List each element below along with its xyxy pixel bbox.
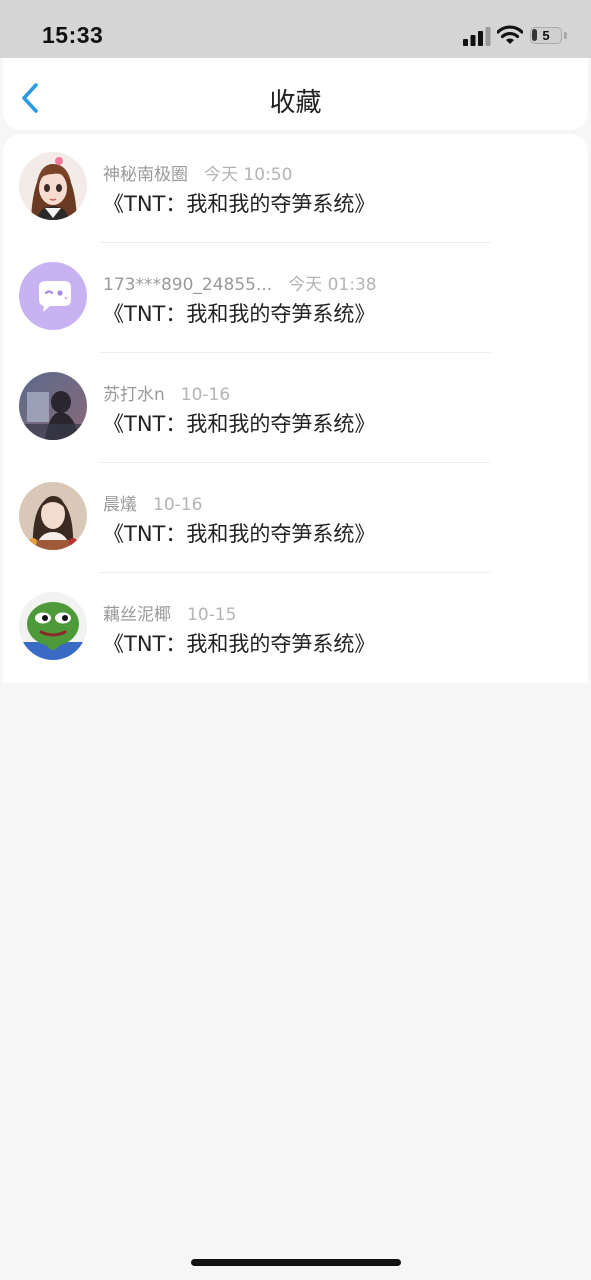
wifi-icon [497, 25, 523, 44]
girl-photo-avatar-icon[interactable] [19, 482, 87, 550]
book-title: 《TNT：我和我的夺笋系统》 [103, 302, 376, 326]
status-time: 15:33 [42, 22, 104, 48]
favorite-date: 10-15 [187, 605, 237, 625]
book-title: 《TNT：我和我的夺笋系统》 [103, 192, 376, 216]
page-title: 收藏 [269, 88, 322, 118]
favorite-meta: 晨燨 10-16 [103, 490, 202, 515]
favorite-date: 今天 01:38 [288, 275, 377, 295]
favorites-list: 神秘南极圈 今天 10:50 《TNT：我和我的夺笋系统》 173***890_2… [3, 134, 588, 683]
list-item[interactable]: 173***890_24855... 今天 01:38 《TNT：我和我的夺笋系统… [3, 244, 588, 354]
user-name: 藕丝泥椰 [103, 605, 171, 625]
user-name: 神秘南极圈 [103, 165, 188, 185]
favorite-meta: 神秘南极圈 今天 10:50 [103, 160, 292, 185]
book-title: 《TNT：我和我的夺笋系统》 [103, 412, 376, 436]
default-chat-avatar-icon[interactable] [19, 262, 87, 330]
divider [99, 352, 491, 353]
favorite-meta: 173***890_24855... 今天 01:38 [103, 270, 377, 295]
dark-photo-avatar-icon[interactable] [19, 372, 87, 440]
list-item[interactable]: 晨燨 10-16 《TNT：我和我的夺笋系统》 [3, 464, 588, 574]
favorite-date: 10-16 [153, 495, 203, 515]
user-name: 173***890_24855... [103, 275, 273, 295]
book-title: 《TNT：我和我的夺笋系统》 [103, 632, 376, 656]
user-name: 苏打水n [103, 385, 165, 405]
book-title: 《TNT：我和我的夺笋系统》 [103, 522, 376, 546]
status-bar: 15:33 5 [0, 0, 591, 58]
favorite-date: 10-16 [180, 385, 231, 405]
favorite-meta: 藕丝泥椰 10-15 [103, 600, 236, 625]
favorite-date: 今天 10:50 [204, 165, 293, 185]
battery-cap [564, 32, 567, 39]
list-item[interactable]: 藕丝泥椰 10-15 《TNT：我和我的夺笋系统》 [3, 574, 588, 684]
girl-doll-avatar-icon[interactable] [19, 152, 87, 220]
divider [99, 242, 491, 243]
divider [99, 572, 491, 573]
battery-level-text: 5 [542, 28, 550, 43]
battery-icon: 5 [530, 27, 562, 44]
list-item[interactable]: 神秘南极圈 今天 10:50 《TNT：我和我的夺笋系统》 [3, 134, 588, 244]
user-name: 晨燨 [103, 495, 137, 515]
cellular-signal-icon [463, 27, 491, 46]
nav-bar: 收藏 [3, 58, 588, 130]
green-frog-avatar-icon[interactable] [19, 592, 87, 660]
list-item[interactable]: 苏打水n 10-16 《TNT：我和我的夺笋系统》 [3, 354, 588, 464]
home-indicator[interactable] [191, 1259, 401, 1266]
divider [99, 462, 491, 463]
favorite-meta: 苏打水n 10-16 [103, 380, 230, 405]
